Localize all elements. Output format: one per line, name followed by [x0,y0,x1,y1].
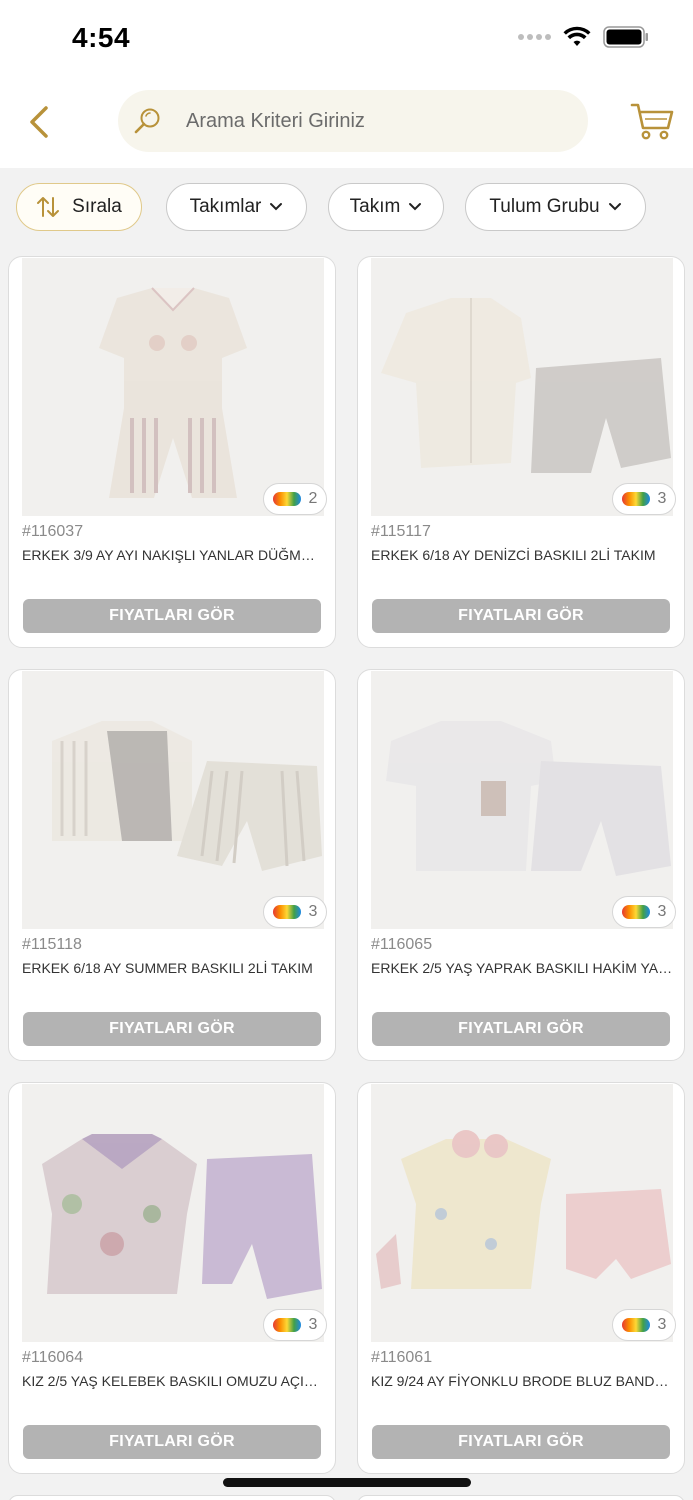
color-palette-icon [272,905,301,919]
sort-arrows-icon [37,197,60,217]
chevron-down-icon [270,203,283,211]
chevron-down-icon [608,203,621,211]
product-card[interactable] [357,1495,685,1500]
color-count-badge: 2 [263,483,327,515]
sort-label: Sırala [72,196,122,217]
color-count-badge: 3 [263,1309,327,1341]
view-prices-button[interactable]: FIYATLARI GÖR [372,1425,670,1459]
product-card[interactable]: 3 #115117 ERKEK 6/18 AY DENİZCİ BASKILI … [357,256,685,648]
status-bar: 4:54 [0,0,693,76]
product-title: ERKEK 2/5 YAŞ YAPRAK BASKILI HAKİM YAKA … [371,960,673,976]
product-image [22,258,324,516]
view-prices-button[interactable]: FIYATLARI GÖR [23,599,321,633]
product-card[interactable]: 3 #115118 ERKEK 6/18 AY SUMMER BASKILI 2… [8,669,336,1061]
filter-label: Tulum Grubu [489,196,600,217]
product-code: #116064 [22,1349,84,1366]
product-code: #116065 [371,936,433,953]
product-card[interactable]: 3 #116065 ERKEK 2/5 YAŞ YAPRAK BASKILI H… [357,669,685,1061]
product-title: KIZ 2/5 YAŞ KELEBEK BASKILI OMUZU AÇIK T… [22,1373,324,1389]
filter-takim[interactable]: Takım [328,183,444,231]
product-image [22,1084,324,1342]
product-title: ERKEK 6/18 AY DENİZCİ BASKILI 2Lİ TAKIM [371,547,656,563]
status-icons [518,26,649,48]
color-palette-icon [621,905,650,919]
color-count: 3 [657,1316,667,1333]
product-title: ERKEK 3/9 AY AYI NAKIŞLI YANLAR DÜĞMELİ … [22,547,324,563]
cellular-signal-icon [518,34,551,40]
product-card[interactable] [8,1495,336,1500]
search-placeholder: Arama Kriteri Giriniz [186,109,365,132]
product-card[interactable]: 3 #116061 KIZ 9/24 AY FİYONKLU BRODE BLU… [357,1082,685,1474]
product-title: ERKEK 6/18 AY SUMMER BASKILI 2Lİ TAKIM [22,960,313,976]
product-code: #116037 [22,523,84,540]
color-count: 3 [657,903,667,920]
wifi-icon [563,26,591,46]
color-count-badge: 3 [612,483,676,515]
battery-icon [603,26,648,48]
header: Arama Kriteri Giriniz [0,76,693,168]
product-image [22,671,324,929]
color-count-badge: 3 [612,1309,676,1341]
chevron-left-icon [30,106,48,138]
search-icon [134,108,160,134]
color-palette-icon [272,492,301,506]
color-palette-icon [621,1318,650,1332]
product-card[interactable]: 2 #116037 ERKEK 3/9 AY AYI NAKIŞLI YANLA… [8,256,336,648]
color-palette-icon [272,1318,301,1332]
view-prices-button[interactable]: FIYATLARI GÖR [23,1425,321,1459]
color-count-badge: 3 [263,896,327,928]
view-prices-button[interactable]: FIYATLARI GÖR [372,599,670,633]
search-input[interactable]: Arama Kriteri Giriniz [118,90,588,152]
product-image [371,671,673,929]
color-count: 2 [308,490,318,507]
product-code: #116061 [371,1349,433,1366]
color-count-badge: 3 [612,896,676,928]
cart-icon [630,103,674,140]
chevron-down-icon [409,203,422,211]
color-palette-icon [621,492,650,506]
cart-button[interactable] [630,100,676,142]
filter-label: Takım [349,196,401,217]
product-code: #115118 [22,936,82,953]
home-indicator[interactable] [223,1478,471,1487]
color-count: 3 [308,1316,318,1333]
product-image [371,1084,673,1342]
view-prices-button[interactable]: FIYATLARI GÖR [23,1012,321,1046]
filter-bar: Sırala Takımlar Takım Tulum Grubu [0,168,693,248]
product-code: #115117 [371,523,431,540]
back-button[interactable] [20,102,56,142]
color-count: 3 [657,490,667,507]
product-image [371,258,673,516]
filter-takimlar[interactable]: Takımlar [166,183,307,231]
sort-button[interactable]: Sırala [16,183,142,231]
product-card[interactable]: 3 #116064 KIZ 2/5 YAŞ KELEBEK BASKILI OM… [8,1082,336,1474]
color-count: 3 [308,903,318,920]
filter-label: Takımlar [189,196,262,217]
view-prices-button[interactable]: FIYATLARI GÖR [372,1012,670,1046]
product-title: KIZ 9/24 AY FİYONKLU BRODE BLUZ BANDANAL… [371,1373,673,1389]
status-time: 4:54 [72,22,131,53]
filter-tulum-grubu[interactable]: Tulum Grubu [465,183,646,231]
